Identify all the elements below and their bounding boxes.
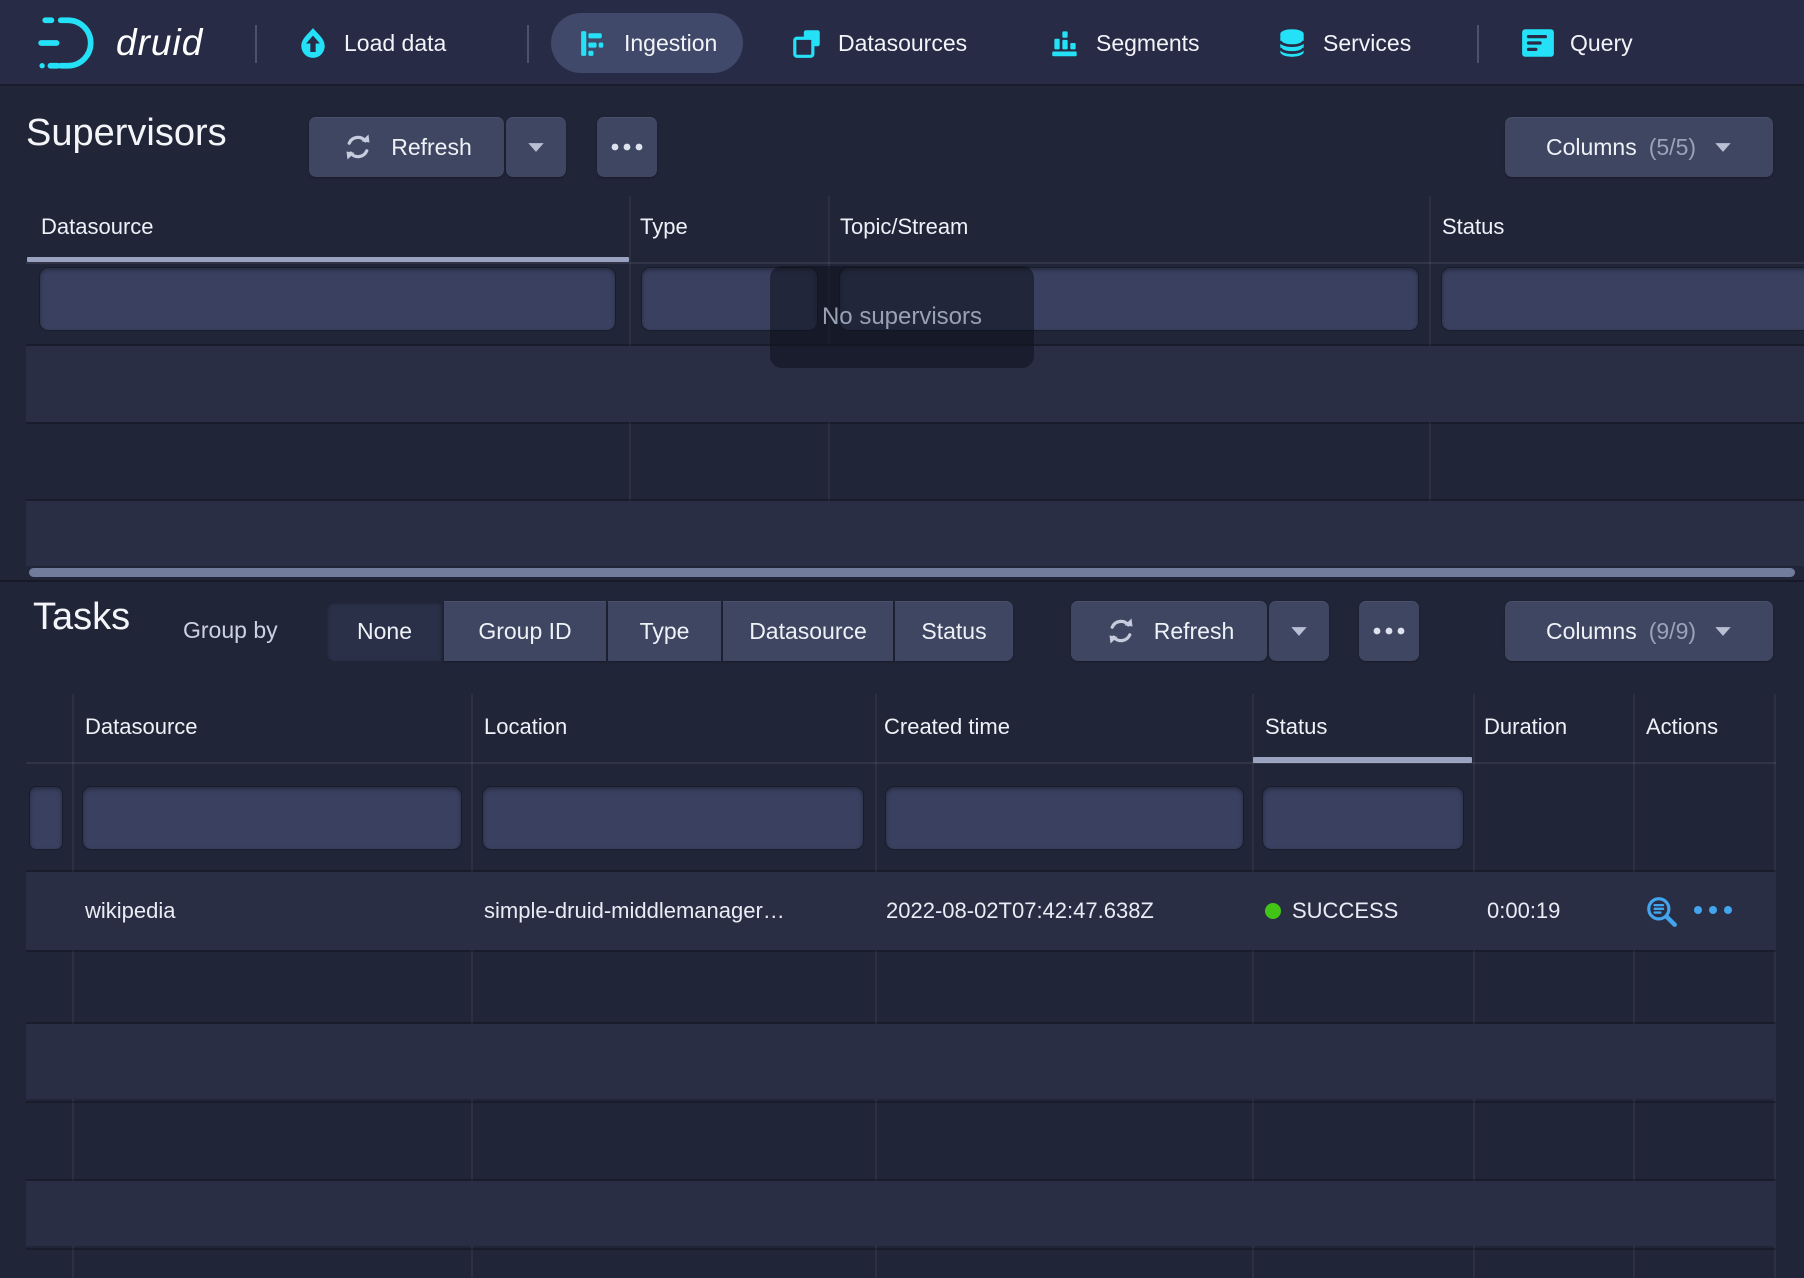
nav-label: Ingestion	[624, 30, 717, 57]
tasks-filter-partial[interactable]	[30, 787, 62, 849]
table-row	[26, 1181, 1776, 1246]
tasks-header-created-time[interactable]: Created time	[884, 714, 1010, 740]
row-border	[26, 422, 1804, 424]
nav-label: Datasources	[838, 30, 967, 57]
tasks-header-duration[interactable]: Duration	[1484, 714, 1567, 740]
segments-icon	[1048, 26, 1082, 60]
tasks-filter-created-time[interactable]	[886, 787, 1243, 849]
tasks-header-status[interactable]: Status	[1265, 714, 1327, 740]
nav-divider	[1477, 25, 1479, 63]
refresh-icon	[1104, 614, 1138, 648]
datasources-icon	[790, 26, 824, 60]
no-supervisors-message: No supervisors	[770, 266, 1034, 368]
tasks-columns-button[interactable]: Columns (9/9)	[1505, 601, 1773, 661]
row-border	[26, 1101, 1776, 1103]
refresh-label: Refresh	[391, 134, 472, 161]
chevron-down-icon	[527, 142, 545, 153]
more-ellipsis-icon	[610, 142, 644, 152]
header-border	[26, 762, 1776, 764]
druid-logo-icon	[38, 14, 100, 72]
supervisors-title: Supervisors	[26, 112, 227, 155]
supervisors-columns-button[interactable]: Columns (5/5)	[1505, 117, 1773, 177]
more-ellipsis-icon	[1372, 626, 1406, 636]
group-option-label: None	[357, 618, 412, 645]
ingestion-icon	[577, 27, 610, 60]
group-option-label: Datasource	[749, 618, 867, 645]
group-option-label: Status	[921, 618, 986, 645]
group-by-group-id-button[interactable]: Group ID	[444, 601, 606, 661]
section-divider	[0, 580, 1804, 582]
nav-divider	[255, 25, 257, 63]
task-cell-location: simple-druid-middlemanager…	[484, 898, 785, 924]
task-cell-created-time: 2022-08-02T07:42:47.638Z	[886, 898, 1154, 924]
supervisors-header-topic-stream[interactable]: Topic/Stream	[840, 214, 968, 240]
services-icon	[1275, 26, 1309, 60]
table-row	[26, 501, 1804, 566]
nav-item-segments[interactable]: Segments	[1048, 13, 1200, 73]
task-cell-datasource: wikipedia	[85, 898, 176, 924]
nav-item-query[interactable]: Query	[1520, 13, 1633, 73]
chevron-down-icon	[1290, 626, 1308, 637]
row-actions-ellipsis-icon[interactable]	[1692, 904, 1734, 916]
nav-item-datasources[interactable]: Datasources	[790, 13, 967, 73]
tasks-header-actions[interactable]: Actions	[1646, 714, 1718, 740]
top-navbar: druid Load data	[0, 0, 1804, 86]
nav-item-services[interactable]: Services	[1275, 13, 1411, 73]
supervisors-horizontal-scrollbar[interactable]	[29, 568, 1795, 577]
supervisors-header-type[interactable]: Type	[640, 214, 688, 240]
group-by-label: Group by	[183, 617, 278, 644]
chevron-down-icon	[1714, 626, 1732, 637]
tasks-header-location[interactable]: Location	[484, 714, 567, 740]
task-cell-duration: 0:00:19	[1487, 898, 1560, 924]
nav-item-ingestion-active[interactable]: Ingestion	[551, 13, 743, 73]
status-success-dot	[1265, 903, 1281, 919]
supervisors-refresh-interval-button[interactable]	[506, 117, 566, 177]
refresh-icon	[341, 130, 375, 164]
view-logs-magnifier-icon[interactable]	[1644, 894, 1680, 930]
supervisors-filter-status[interactable]	[1442, 268, 1804, 330]
nav-label: Query	[1570, 30, 1633, 57]
supervisors-refresh-button[interactable]: Refresh	[309, 117, 504, 177]
druid-console: druid Load data	[0, 0, 1804, 1278]
druid-brand[interactable]: druid	[38, 14, 203, 72]
supervisors-header-status[interactable]: Status	[1442, 214, 1504, 240]
group-by-none-button[interactable]: None	[327, 601, 442, 661]
group-by-type-button[interactable]: Type	[608, 601, 721, 661]
row-border	[26, 950, 1776, 952]
chevron-down-icon	[1714, 142, 1732, 153]
upload-icon	[296, 26, 330, 60]
nav-label: Load data	[344, 30, 446, 57]
task-cell-status: SUCCESS	[1292, 898, 1398, 924]
nav-item-load-data[interactable]: Load data	[296, 13, 446, 73]
nav-label: Services	[1323, 30, 1411, 57]
supervisors-more-button[interactable]	[597, 117, 657, 177]
tasks-filter-location[interactable]	[483, 787, 863, 849]
nav-divider	[527, 25, 529, 63]
tasks-more-button[interactable]	[1359, 601, 1419, 661]
tasks-refresh-button[interactable]: Refresh	[1071, 601, 1267, 661]
tasks-header-datasource[interactable]: Datasource	[85, 714, 198, 740]
columns-count: (5/5)	[1649, 134, 1696, 161]
group-by-datasource-button[interactable]: Datasource	[723, 601, 893, 661]
group-option-label: Group ID	[478, 618, 571, 645]
group-option-label: Type	[640, 618, 690, 645]
query-icon	[1520, 27, 1556, 59]
tasks-title: Tasks	[33, 596, 130, 639]
nav-label: Segments	[1096, 30, 1200, 57]
tasks-filter-datasource[interactable]	[83, 787, 461, 849]
supervisors-header-datasource[interactable]: Datasource	[41, 214, 154, 240]
tasks-refresh-interval-button[interactable]	[1269, 601, 1329, 661]
header-border	[26, 262, 1804, 264]
tasks-filter-status[interactable]	[1263, 787, 1463, 849]
columns-label: Columns	[1546, 618, 1637, 645]
columns-count: (9/9)	[1649, 618, 1696, 645]
row-border	[26, 1248, 1776, 1250]
table-row	[26, 1024, 1776, 1099]
supervisors-filter-datasource[interactable]	[40, 268, 615, 330]
group-by-status-button[interactable]: Status	[895, 601, 1013, 661]
brand-name: druid	[116, 22, 203, 64]
refresh-label: Refresh	[1154, 618, 1235, 645]
columns-label: Columns	[1546, 134, 1637, 161]
